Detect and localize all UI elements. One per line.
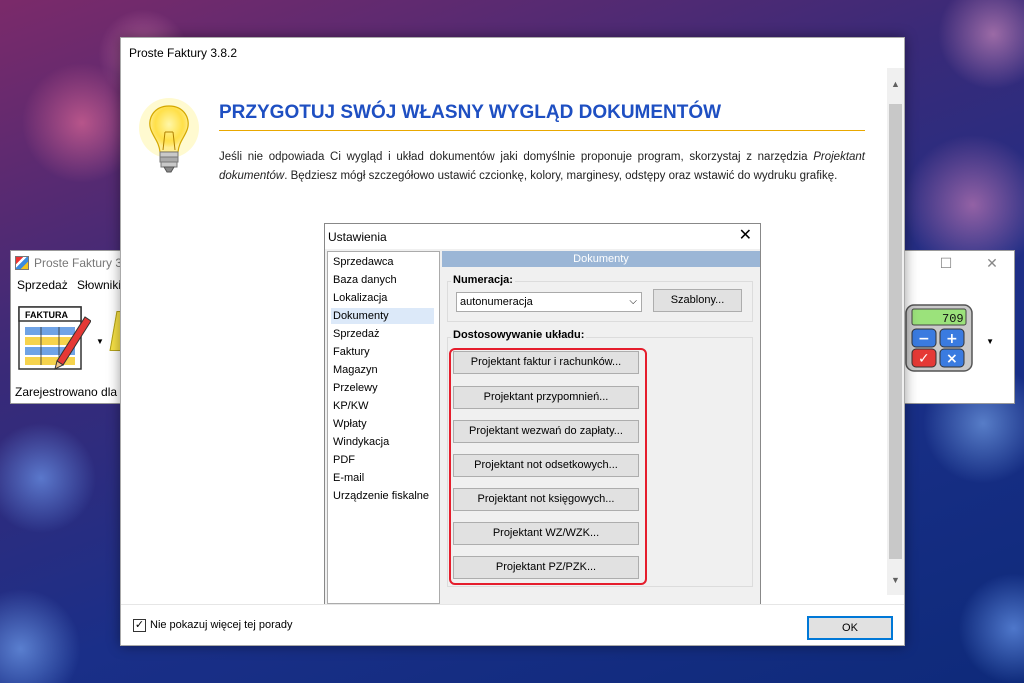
tip-body-text-end: . Będziesz mógł szczegółowo ustawić czci… [284, 170, 838, 182]
checkbox-icon[interactable]: ✓ [133, 619, 146, 632]
nav-item-pdf[interactable]: PDF [333, 452, 355, 468]
invoice-designer-button[interactable]: Projektant faktur i rachunków... [453, 351, 639, 374]
close-icon[interactable]: ✕ [982, 254, 1002, 272]
tip-body: Jeśli nie odpowiada Ci wygląd i układ do… [219, 148, 865, 186]
tip-heading: PRZYGOTUJ SWÓJ WŁASNY WYGLĄD DOKUMENTÓW [219, 102, 865, 131]
tip-dialog: Proste Faktury 3.8.2 ▲ ▼ PRZYGOTUJ SWÓJ … [120, 37, 905, 646]
settings-window: Ustawienia ✕ Sprzedawca Baza danych Loka… [324, 223, 761, 605]
tip-body-text: Jeśli nie odpowiada Ci wygląd i układ do… [219, 151, 814, 163]
nav-item-sprzedawca[interactable]: Sprzedawca [333, 254, 394, 270]
chevron-down-icon: ⌵ [629, 296, 637, 307]
accounting-note-designer-button[interactable]: Projektant not księgowych... [453, 488, 639, 511]
nav-item-e-mail[interactable]: E-mail [333, 470, 364, 486]
layout-label: Dostosowywanie układu: [451, 329, 587, 341]
nav-item-sprzedaz[interactable]: Sprzedaż [333, 326, 379, 342]
dont-show-label[interactable]: Nie pokazuj więcej tej porady [150, 619, 292, 631]
nav-item-kp-kw[interactable]: KP/KW [333, 398, 368, 414]
app-icon [15, 256, 29, 270]
svg-text:✓: ✓ [918, 351, 930, 367]
templates-button[interactable]: Szablony... [653, 289, 742, 312]
settings-title: Ustawienia [328, 230, 387, 244]
calculator-display: 709 [942, 312, 964, 326]
settings-titlebar: Ustawienia ✕ [325, 224, 760, 249]
numbering-label: Numeracja: [451, 274, 515, 286]
svg-text:+: + [946, 331, 958, 347]
numbering-select[interactable]: autonumeracja ⌵ [456, 292, 642, 312]
scroll-up-icon[interactable]: ▲ [887, 76, 904, 93]
settings-nav-list: Sprzedawca Baza danych Lokalizacja Dokum… [327, 251, 440, 604]
svg-text:−: − [918, 331, 930, 347]
nav-item-windykacja[interactable]: Windykacja [333, 434, 389, 450]
nav-item-wplaty[interactable]: Wpłaty [333, 416, 367, 432]
nav-item-faktury[interactable]: Faktury [333, 344, 370, 360]
close-icon[interactable]: ✕ [739, 227, 752, 245]
maximize-icon[interactable]: ☐ [936, 254, 956, 272]
svg-text:×: × [946, 351, 958, 367]
wz-designer-button[interactable]: Projektant WZ/WZK... [453, 522, 639, 545]
payment-demand-designer-button[interactable]: Projektant wezwań do zapłaty... [453, 420, 639, 443]
menu-sprzedaz[interactable]: Sprzedaż [17, 278, 68, 292]
footer-divider [121, 604, 904, 605]
numbering-select-value: autonumeracja [460, 296, 533, 308]
nav-item-przelewy[interactable]: Przelewy [333, 380, 378, 396]
nav-item-baza-danych[interactable]: Baza danych [333, 272, 397, 288]
chevron-down-icon[interactable]: ▼ [986, 337, 994, 346]
invoice-icon[interactable]: FAKTURA [17, 303, 91, 373]
nav-item-urzadzenie-fiskalne[interactable]: Urządzenie fiskalne [333, 488, 429, 504]
tip-scrollbar[interactable]: ▲ ▼ [887, 68, 904, 595]
tip-dialog-title: Proste Faktury 3.8.2 [129, 46, 238, 60]
nav-item-magazyn[interactable]: Magazyn [333, 362, 378, 378]
lightbulb-icon [139, 98, 199, 173]
invoice-icon-label: FAKTURA [25, 310, 68, 320]
panel-header: Dokumenty [442, 251, 760, 267]
chevron-down-icon[interactable]: ▼ [96, 337, 104, 346]
ok-button[interactable]: OK [807, 616, 893, 640]
registration-status: Zarejestrowano dla [15, 385, 118, 399]
nav-item-lokalizacja[interactable]: Lokalizacja [333, 290, 387, 306]
scroll-down-icon[interactable]: ▼ [887, 572, 904, 589]
calculator-icon[interactable]: 709 − + ✓ × [904, 303, 974, 373]
interest-note-designer-button[interactable]: Projektant not odsetkowych... [453, 454, 639, 477]
scroll-thumb[interactable] [889, 104, 902, 559]
reminder-designer-button[interactable]: Projektant przypomnień... [453, 386, 639, 409]
nav-item-dokumenty[interactable]: Dokumenty [331, 308, 434, 324]
pz-designer-button[interactable]: Projektant PZ/PZK... [453, 556, 639, 579]
menu-slowniki[interactable]: Słowniki [77, 278, 121, 292]
